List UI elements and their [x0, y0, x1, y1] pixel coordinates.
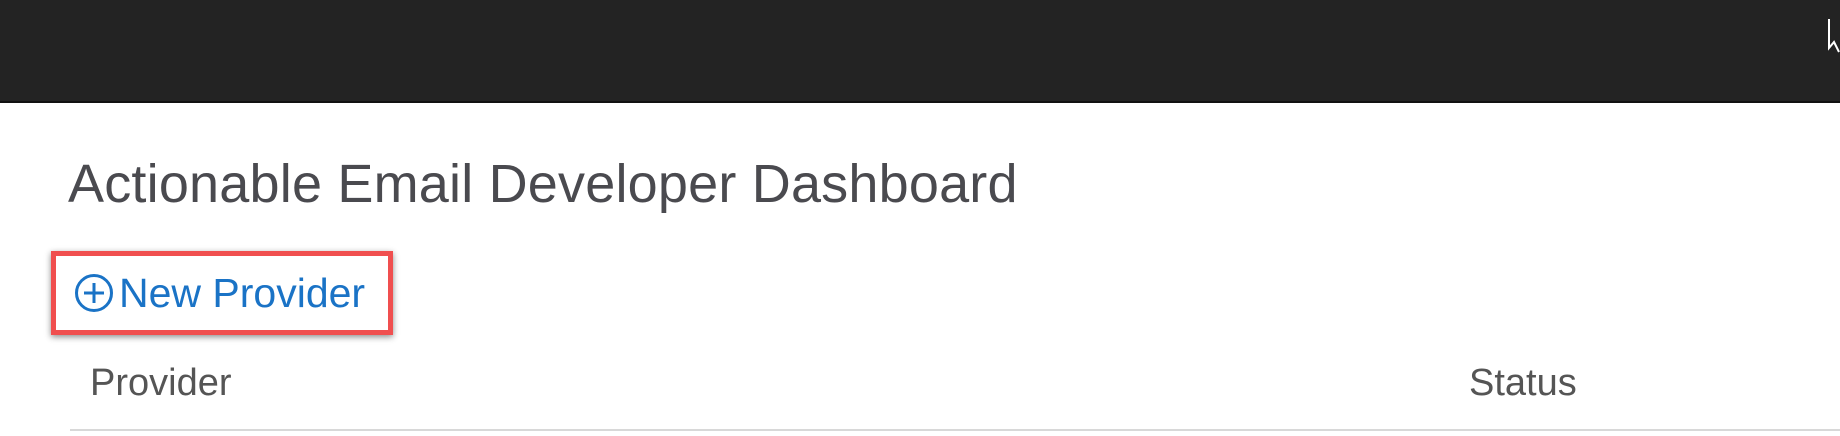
plus-circle-icon: [75, 274, 113, 312]
new-provider-button[interactable]: New Provider: [51, 251, 393, 335]
providers-table-header: Provider Status: [70, 350, 1840, 431]
top-navigation-bar: [0, 0, 1840, 103]
page-title: Actionable Email Developer Dashboard: [68, 154, 1018, 214]
column-header-provider[interactable]: Provider: [90, 360, 232, 406]
mouse-cursor-icon: [1828, 19, 1840, 53]
column-header-status[interactable]: Status: [1469, 360, 1577, 406]
new-provider-label: New Provider: [119, 270, 366, 316]
